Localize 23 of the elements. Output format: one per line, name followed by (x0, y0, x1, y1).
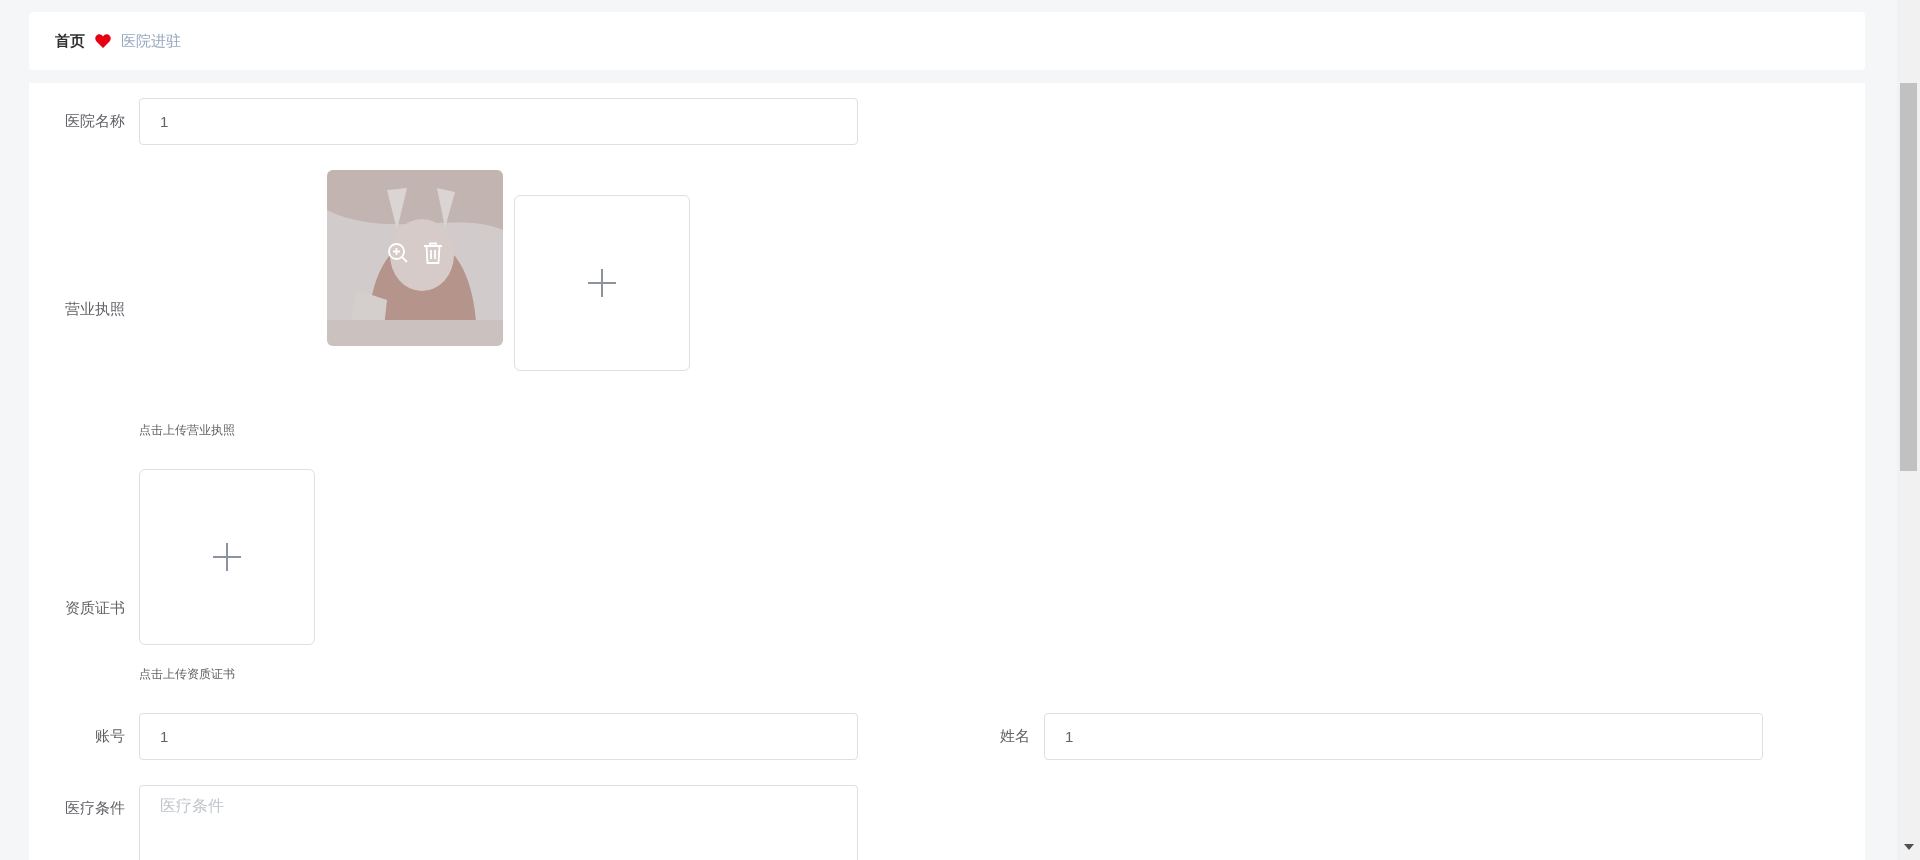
field-label: 姓名 (1000, 726, 1030, 746)
field-label: 资质证书 (65, 598, 125, 618)
field-label: 医院名称 (65, 111, 125, 131)
text-field[interactable]: 1 (139, 98, 858, 145)
upload-hint: 点击上传资质证书 (139, 666, 236, 683)
plus-icon (587, 268, 617, 298)
heart-icon (95, 34, 111, 48)
upload-box[interactable] (514, 195, 690, 371)
delete-icon[interactable] (423, 242, 443, 264)
scroll-down-icon[interactable] (1903, 844, 1914, 850)
scrollbar-thumb[interactable] (1900, 83, 1917, 471)
zoom-in-icon[interactable] (387, 242, 409, 264)
text-field[interactable]: 1 (139, 713, 858, 760)
field-label: 医疗条件 (65, 798, 125, 818)
textarea-field[interactable]: 医疗条件 (139, 785, 858, 860)
upload-box[interactable] (139, 469, 315, 645)
text-field[interactable]: 1 (1044, 713, 1763, 760)
plus-icon (212, 542, 242, 572)
field-label: 账号 (95, 726, 125, 746)
breadcrumb-item[interactable]: 首页 (55, 29, 85, 53)
upload-hint: 点击上传营业执照 (139, 422, 236, 439)
field-label: 营业执照 (65, 299, 125, 319)
breadcrumb-item: 医院进驻 (121, 30, 181, 51)
